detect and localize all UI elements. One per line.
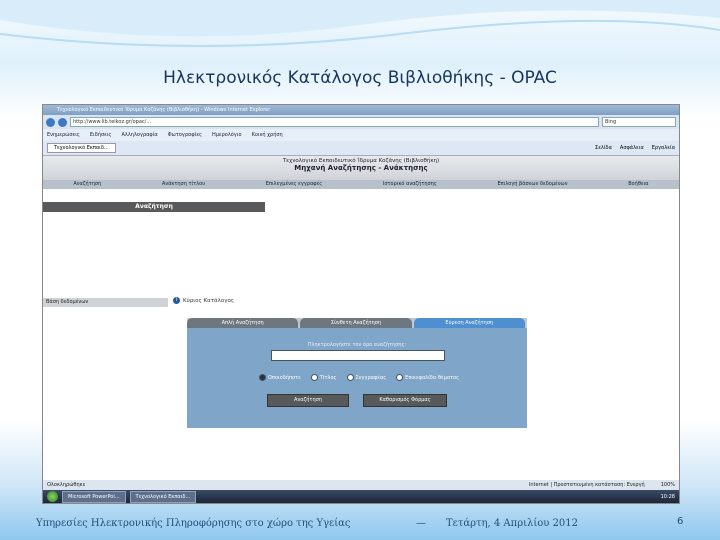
footer-left: Υπηρεσίες Ηλεκτρονικής Πληροφόρησης στο … bbox=[36, 518, 351, 529]
tab-strip: Τεχνολογικό Εκπαιδ... Σελίδα Ασφάλεια Ερ… bbox=[43, 141, 679, 156]
links-bar: Ενημερώσεις Ειδήσεις Αλληλογραφία Φωτογρ… bbox=[43, 129, 679, 141]
safety-menu[interactable]: Ασφάλεια bbox=[620, 145, 644, 151]
tab-simple-search[interactable]: Απλή Αναζήτηση bbox=[187, 318, 299, 328]
decorative-wave bbox=[0, 0, 720, 47]
radio-any[interactable]: Οποιοδήποτε bbox=[259, 374, 301, 381]
info-icon: i bbox=[173, 297, 180, 304]
library-menu: Αναζήτηση Ανάκτηση τίτλου Επιλεγμένες εγ… bbox=[43, 180, 679, 189]
link-item[interactable]: Αλληλογραφία bbox=[121, 132, 157, 138]
link-item[interactable]: Ενημερώσεις bbox=[47, 132, 80, 138]
security-zone: Internet | Προστατευμένη κατάσταση: Ενερ… bbox=[528, 482, 645, 488]
taskbar-item[interactable]: Τεχνολογικό Εκπαιδ... bbox=[129, 490, 197, 503]
search-panel: Απλή Αναζήτηση Σύνθετη Αναζήτηση Εύρεση … bbox=[187, 318, 527, 428]
status-right: Internet | Προστατευμένη κατάσταση: Ενερ… bbox=[529, 480, 675, 490]
slide-title: Ηλεκτρονικός Κατάλογος Βιβλιοθήκης - OPA… bbox=[163, 68, 557, 88]
page-number: 6 bbox=[677, 516, 684, 527]
windows-taskbar: Microsoft PowerPoi... Τεχνολογικό Εκπαιδ… bbox=[43, 490, 679, 503]
back-icon[interactable] bbox=[46, 117, 55, 127]
query-input[interactable] bbox=[271, 350, 445, 361]
status-text: Ολοκληρώθηκε bbox=[47, 482, 86, 488]
command-bar: Σελίδα Ασφάλεια Εργαλεία bbox=[595, 145, 675, 151]
radio-dot bbox=[396, 374, 404, 381]
engine-title: Μηχανή Αναζήτησης - Ανάκτησης bbox=[294, 164, 428, 172]
slide-footer: Υπηρεσίες Ηλεκτρονικής Πληροφόρησης στο … bbox=[0, 516, 720, 532]
page-menu[interactable]: Σελίδα bbox=[595, 145, 612, 151]
radio-dot bbox=[346, 374, 354, 381]
footer-date: Τετάρτη, 4 Απριλίου 2012 bbox=[446, 518, 579, 529]
browser-title-bar: Τεχνολογικό Εκπαιδευτικό Ίδρυμα Κοζάνης … bbox=[43, 105, 679, 115]
link-item[interactable]: Ημερολόγιο bbox=[212, 132, 242, 138]
radio-label: Οποιοδήποτε bbox=[268, 374, 301, 381]
menu-search[interactable]: Αναζήτηση bbox=[73, 180, 101, 189]
clock: 10:28 bbox=[660, 493, 675, 500]
link-item[interactable]: Ειδήσεις bbox=[90, 132, 112, 138]
search-form: Πληκτρολογήστε τον όρο αναζήτησης: Οποιο… bbox=[187, 328, 527, 428]
radio-dot bbox=[310, 374, 318, 381]
radio-subject[interactable]: Επικεφαλίδα θέματος bbox=[396, 374, 459, 381]
browser-screenshot: Τεχνολογικό Εκπαιδευτικό Ίδρυμα Κοζάνης … bbox=[42, 104, 680, 504]
menu-retrieve-title[interactable]: Ανάκτηση τίτλου bbox=[162, 180, 205, 189]
zoom-level[interactable]: 100% bbox=[661, 480, 675, 490]
start-button-icon[interactable] bbox=[47, 491, 58, 502]
link-item[interactable]: Κοινή χρήση bbox=[252, 132, 283, 138]
menu-select-databases[interactable]: Επιλογή βάσεων δεδομένων bbox=[497, 180, 567, 189]
link-item[interactable]: Φωτογραφίες bbox=[168, 132, 202, 138]
catalog-info: i Κύριος Κατάλογος bbox=[173, 297, 234, 304]
search-input[interactable]: Bing bbox=[602, 117, 676, 127]
radio-dot bbox=[259, 374, 266, 381]
clear-form-button[interactable]: Καθαρισμός Φόρμας bbox=[363, 394, 447, 407]
taskbar-item[interactable]: Microsoft PowerPoi... bbox=[62, 490, 126, 503]
footer-separator: — bbox=[416, 518, 426, 529]
radio-author[interactable]: Συγγραφέας bbox=[346, 374, 387, 381]
address-bar-row: http://www.lib.teikoz.gr/opac/... Bing bbox=[43, 115, 679, 129]
library-header: Τεχνολογικό Εκπαιδευτικό Ίδρυμα Κοζάνης … bbox=[43, 156, 679, 180]
menu-selected-records[interactable]: Επιλεγμένες εγγραφές bbox=[266, 180, 322, 189]
tools-menu[interactable]: Εργαλεία bbox=[652, 145, 675, 151]
web-page: Τεχνολογικό Εκπαιδευτικό Ίδρυμα Κοζάνης … bbox=[43, 156, 679, 486]
menu-help[interactable]: Βοήθεια bbox=[628, 180, 648, 189]
radio-title[interactable]: Τίτλος bbox=[310, 374, 337, 381]
forward-icon[interactable] bbox=[58, 117, 67, 127]
address-input[interactable]: http://www.lib.teikoz.gr/opac/... bbox=[70, 117, 599, 127]
search-section-title: Αναζήτηση bbox=[43, 202, 265, 212]
catalog-label[interactable]: Κύριος Κατάλογος bbox=[183, 298, 234, 304]
database-label: Βάση δεδομένων bbox=[43, 298, 168, 307]
radio-label: Συγγραφέας bbox=[355, 374, 387, 381]
menu-search-history[interactable]: Ιστορικό αναζήτησης bbox=[383, 180, 437, 189]
radio-label: Τίτλος bbox=[319, 374, 337, 381]
field-radios: Οποιοδήποτε Τίτλος Συγγραφέας Επικεφαλίδ… bbox=[259, 374, 459, 381]
query-label: Πληκτρολογήστε τον όρο αναζήτησης: bbox=[307, 342, 407, 348]
status-bar: Ολοκληρώθηκε Internet | Προστατευμένη κα… bbox=[43, 480, 679, 490]
search-tabs: Απλή Αναζήτηση Σύνθετη Αναζήτηση Εύρεση … bbox=[187, 318, 527, 328]
tab-find-search[interactable]: Εύρεση Αναζήτηση bbox=[413, 318, 525, 328]
radio-label: Επικεφαλίδα θέματος bbox=[405, 374, 460, 381]
tab-advanced-search[interactable]: Σύνθετη Αναζήτηση bbox=[300, 318, 412, 328]
browser-tab[interactable]: Τεχνολογικό Εκπαιδ... bbox=[47, 143, 116, 153]
search-button[interactable]: Αναζήτηση bbox=[267, 394, 349, 407]
